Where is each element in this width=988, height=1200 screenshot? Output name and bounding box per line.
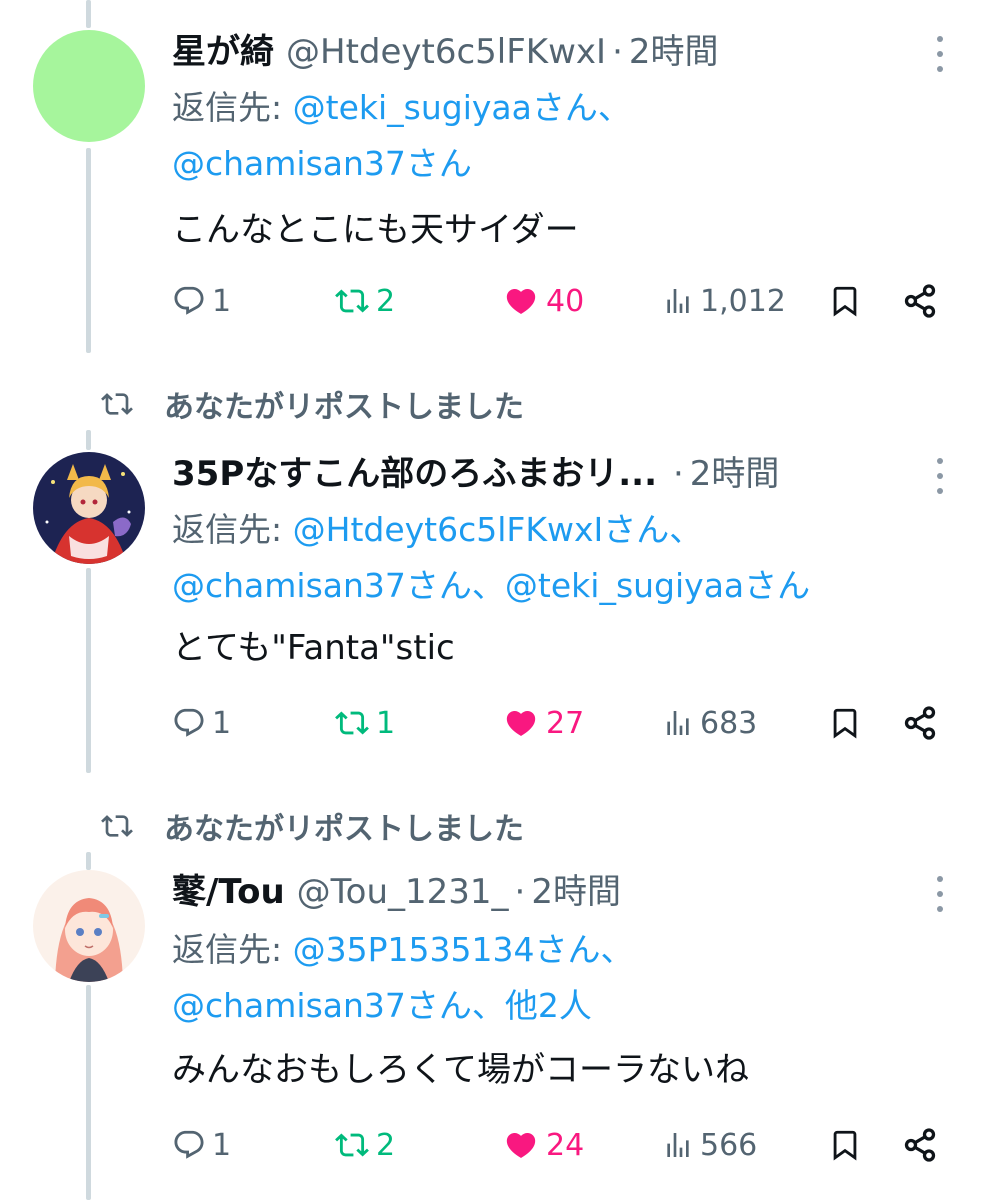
action-bar: 1 2 40 1,012 bbox=[172, 276, 952, 326]
display-name[interactable]: 35Pなすこん部のろふまおリ... bbox=[172, 452, 657, 496]
reply-to-line: 返信先: @35P1535134さん、 bbox=[172, 926, 948, 974]
repost-count: 2 bbox=[376, 283, 396, 319]
views-icon bbox=[667, 1133, 689, 1157]
reply-count: 1 bbox=[212, 705, 232, 741]
reply-icon bbox=[174, 286, 204, 315]
display-name[interactable]: 星が綺 bbox=[172, 30, 274, 74]
repost-icon bbox=[101, 815, 133, 837]
reply-to-line: 返信先: @Htdeyt6c5lFKwxIさん、 bbox=[172, 506, 948, 554]
share-button[interactable] bbox=[902, 698, 938, 748]
share-icon bbox=[904, 706, 936, 740]
like-button[interactable]: 40 bbox=[502, 276, 584, 326]
bookmark-button[interactable] bbox=[828, 276, 862, 326]
mention-link[interactable]: @chamisan37さん、 bbox=[172, 566, 505, 605]
reply-to-line: @chamisan37さん bbox=[172, 140, 948, 188]
more-icon[interactable] bbox=[930, 458, 950, 494]
separator-dot: · bbox=[514, 872, 526, 912]
mention-link[interactable]: @chamisan37さん、 bbox=[172, 986, 505, 1025]
mention-link[interactable]: @teki_sugiyaaさん、 bbox=[293, 88, 631, 127]
repost-context: あなたがリポストしました bbox=[100, 382, 524, 426]
more-icon[interactable] bbox=[930, 876, 950, 912]
reply-prefix: 返信先: bbox=[172, 930, 283, 969]
repost-icon bbox=[335, 1133, 369, 1157]
tweet[interactable]: あなたがリポストしました 鼕/Tou @Tou_1231_ · 2時間 返信先:… bbox=[0, 800, 988, 1200]
user-handle[interactable]: @Htdeyt6c5lFKwxI bbox=[286, 30, 606, 74]
share-button[interactable] bbox=[902, 1120, 938, 1170]
like-button[interactable]: 27 bbox=[502, 698, 584, 748]
repost-count: 1 bbox=[376, 705, 396, 741]
repost-context-label: あなたがリポストしました bbox=[164, 812, 524, 847]
repost-count: 2 bbox=[376, 1127, 396, 1163]
views-button[interactable]: 566 bbox=[662, 1120, 757, 1170]
share-button[interactable] bbox=[902, 276, 938, 326]
repost-button[interactable]: 2 bbox=[334, 1120, 395, 1170]
timestamp[interactable]: 2時間 bbox=[629, 30, 719, 74]
mention-link[interactable]: @teki_sugiyaaさん bbox=[505, 566, 810, 605]
tweet-text: とても"Fanta"stic bbox=[172, 628, 455, 668]
action-bar: 1 2 24 566 bbox=[172, 1120, 952, 1170]
mention-link[interactable]: @Htdeyt6c5lFKwxIさん、 bbox=[293, 510, 703, 549]
reply-button[interactable]: 1 bbox=[172, 1120, 231, 1170]
views-button[interactable]: 683 bbox=[662, 698, 757, 748]
action-bar: 1 1 27 683 bbox=[172, 698, 952, 748]
reply-icon bbox=[174, 708, 204, 737]
repost-button[interactable]: 1 bbox=[334, 698, 395, 748]
like-button[interactable]: 24 bbox=[502, 1120, 584, 1170]
views-icon bbox=[667, 289, 689, 313]
view-count: 683 bbox=[700, 705, 758, 741]
repost-button[interactable]: 2 bbox=[334, 276, 395, 326]
view-count: 566 bbox=[700, 1127, 758, 1163]
views-button[interactable]: 1,012 bbox=[662, 276, 786, 326]
heart-icon bbox=[506, 1132, 536, 1158]
tweet[interactable]: あなたがリポストしました 35Pなすこん部のろふまおリ... · 2時間 返信先… bbox=[0, 378, 988, 778]
display-name[interactable]: 鼕/Tou bbox=[172, 870, 285, 914]
user-handle[interactable]: @Tou_1231_ bbox=[297, 870, 509, 914]
share-icon bbox=[904, 284, 936, 318]
timestamp[interactable]: 2時間 bbox=[690, 452, 780, 496]
like-count: 40 bbox=[546, 283, 585, 319]
share-icon bbox=[904, 1128, 936, 1162]
separator-dot: · bbox=[612, 32, 623, 72]
bookmark-button[interactable] bbox=[828, 698, 862, 748]
bookmark-icon bbox=[833, 708, 857, 739]
timestamp[interactable]: 2時間 bbox=[531, 870, 621, 914]
like-count: 27 bbox=[546, 705, 585, 741]
bookmark-button[interactable] bbox=[828, 1120, 862, 1170]
more-icon[interactable] bbox=[930, 36, 950, 72]
reply-to-line: @chamisan37さん、他2人 bbox=[172, 982, 948, 1030]
repost-icon bbox=[101, 393, 133, 415]
mention-link[interactable]: @35P1535134さん、 bbox=[293, 930, 634, 969]
reply-prefix: 返信先: bbox=[172, 510, 283, 549]
bookmark-icon bbox=[833, 1130, 857, 1161]
tweet[interactable]: 星が綺 @Htdeyt6c5lFKwxI · 2時間 返信先: @teki_su… bbox=[0, 0, 988, 360]
avatar[interactable] bbox=[33, 30, 145, 142]
reply-count: 1 bbox=[212, 283, 232, 319]
like-count: 24 bbox=[546, 1127, 585, 1163]
avatar[interactable] bbox=[33, 452, 145, 564]
reply-icon bbox=[174, 1130, 204, 1159]
separator-dot: · bbox=[672, 454, 684, 494]
reply-prefix: 返信先: bbox=[172, 88, 283, 127]
reply-button[interactable]: 1 bbox=[172, 276, 231, 326]
reply-to-line: 返信先: @teki_sugiyaaさん、 bbox=[172, 84, 948, 132]
heart-icon bbox=[506, 710, 536, 736]
mention-link[interactable]: @chamisan37さん bbox=[172, 144, 472, 183]
reply-button[interactable]: 1 bbox=[172, 698, 231, 748]
view-count: 1,012 bbox=[700, 283, 786, 319]
repost-context: あなたがリポストしました bbox=[100, 804, 524, 848]
repost-context-label: あなたがリポストしました bbox=[164, 390, 524, 425]
avatar[interactable] bbox=[33, 870, 145, 982]
repost-icon bbox=[335, 289, 369, 313]
tweet-text: みんなおもしろくて場がコーラないね bbox=[172, 1050, 749, 1090]
heart-icon bbox=[506, 288, 536, 314]
mention-link[interactable]: 他2人 bbox=[505, 986, 592, 1025]
reply-to-line: @chamisan37さん、@teki_sugiyaaさん bbox=[172, 562, 948, 610]
bookmark-icon bbox=[833, 286, 857, 317]
tweet-text: こんなとこにも天サイダー bbox=[172, 210, 579, 250]
reply-count: 1 bbox=[212, 1127, 232, 1163]
repost-icon bbox=[335, 711, 369, 735]
views-icon bbox=[667, 711, 689, 735]
